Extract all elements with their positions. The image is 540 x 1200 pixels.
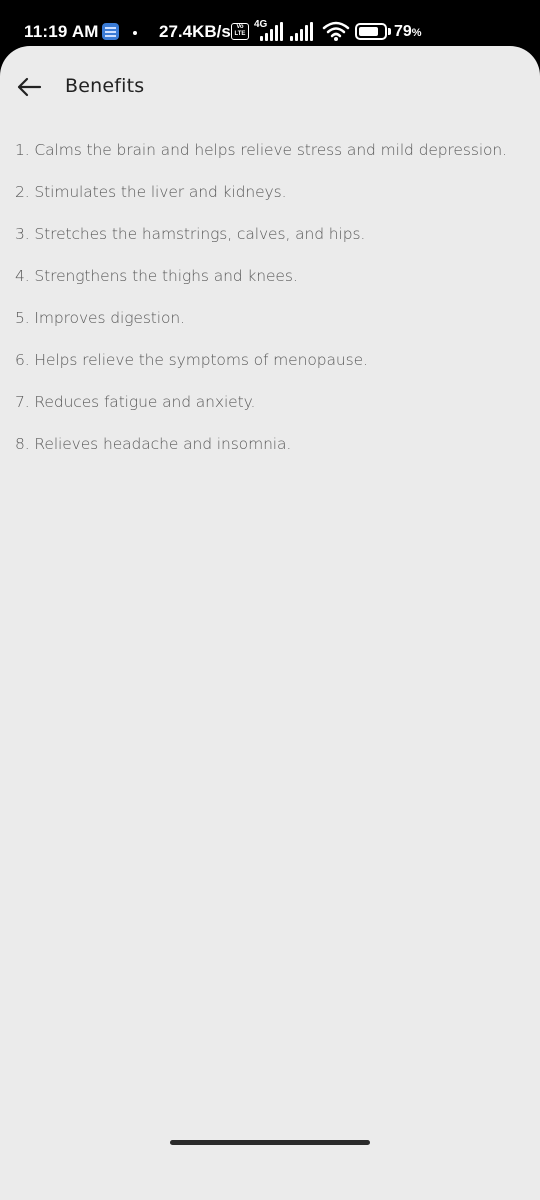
notification-dot-icon [133,31,137,35]
benefit-item: 5. Improves digestion. [15,309,185,327]
benefit-item: 3. Stretches the hamstrings, calves, and… [15,225,366,243]
benefits-screen: Benefits 1. Calms the brain and helps re… [0,46,540,1200]
back-button[interactable] [10,70,48,104]
benefit-item: 4. Strengthens the thighs and knees. [15,267,298,285]
signal-icon-secondary [290,22,320,41]
home-indicator[interactable] [170,1140,370,1145]
battery-percent: 79% [394,23,422,40]
network-speed: 27.4KB/s [159,22,231,41]
app-notification-icon [102,23,119,40]
benefit-item: 6. Helps relieve the symptoms of menopau… [15,351,368,369]
battery-icon [355,23,387,40]
arrow-left-icon [17,77,42,97]
status-bar: 11:19 AM 27.4KB/s Vo LTE 4G 79% [0,0,540,50]
benefit-item: 1. Calms the brain and helps relieve str… [15,141,507,159]
benefit-item: 2. Stimulates the liver and kidneys. [15,183,287,201]
signal-icon [260,22,290,41]
volte-icon: Vo LTE [231,23,249,40]
app-bar: Benefits [0,46,540,126]
benefits-list: 1. Calms the brain and helps relieve str… [15,139,530,475]
benefit-item: 7. Reduces fatigue and anxiety. [15,393,256,411]
benefit-item: 8. Relieves headache and insomnia. [15,435,292,453]
status-time: 11:19 AM [24,22,99,41]
battery-cap-icon [388,28,391,35]
page-title: Benefits [65,75,145,97]
wifi-icon [322,21,350,41]
